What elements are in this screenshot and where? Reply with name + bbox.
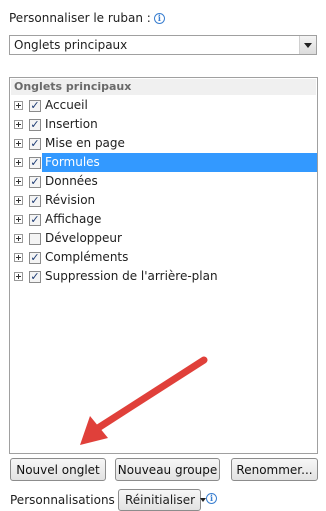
expand-icon[interactable] (14, 215, 23, 224)
customizations-label: Personnalisations : (10, 493, 123, 507)
reset-dropdown-button[interactable]: Réinitialiser (118, 489, 207, 511)
customize-ribbon-label-row: Personnaliser le ruban : i (9, 10, 165, 26)
ribbon-tabs-tree[interactable]: Onglets principaux ✓ Accueil ✓ Insertion ✓ Mi… (9, 77, 318, 454)
tree-item-insertion[interactable]: ✓ Insertion (10, 115, 317, 134)
tree-item-formules[interactable]: ✓ Formules (10, 153, 317, 172)
new-group-button[interactable]: Nouveau groupe (115, 458, 220, 481)
new-tab-button[interactable]: Nouvel onglet (10, 458, 106, 481)
new-tab-label: Nouvel onglet (16, 462, 100, 477)
checkbox-icon[interactable]: ✓ (29, 156, 41, 169)
checkbox-icon[interactable]: ✓ (29, 175, 41, 188)
expand-icon[interactable] (14, 139, 23, 148)
dropdown-button[interactable] (299, 36, 316, 54)
checkbox-icon[interactable]: ✓ (29, 99, 41, 112)
tree-item-mise-en-page[interactable]: ✓ Mise en page (10, 134, 317, 153)
expand-icon[interactable] (14, 158, 23, 167)
tree-item-label: Données (45, 174, 98, 188)
tree-item-suppression-de-l-arri-re-plan[interactable]: ✓ Suppression de l'arrière-plan (10, 267, 317, 286)
reset-label: Réinitialiser (125, 493, 196, 507)
new-group-label: Nouveau groupe (117, 462, 218, 477)
checkbox-icon[interactable]: ✓ (29, 118, 41, 131)
info-icon[interactable]: i (153, 12, 165, 24)
expand-icon[interactable] (14, 196, 23, 205)
tree-item-compl-ments[interactable]: ✓ Compléments (10, 248, 317, 267)
tree-item-label: Révision (45, 193, 96, 207)
ribbon-scope-dropdown[interactable]: Onglets principaux (9, 35, 317, 55)
tree-item-accueil[interactable]: ✓ Accueil (10, 96, 317, 115)
checkbox-icon[interactable]: ✓ (29, 194, 41, 207)
checkbox-icon[interactable]: ✓ (29, 251, 41, 264)
tree-item-label: Accueil (45, 98, 88, 112)
checkbox-icon[interactable]: ✓ (29, 270, 41, 283)
checkbox-icon[interactable]: ✓ (29, 213, 41, 226)
tree-items: ✓ Accueil ✓ Insertion ✓ Mise en page ✓ Formules… (10, 96, 317, 286)
checkbox-icon[interactable] (29, 232, 41, 245)
tree-item-label: Formules (42, 153, 317, 172)
ribbon-scope-value: Onglets principaux (14, 38, 128, 52)
tree-item-r-vision[interactable]: ✓ Révision (10, 191, 317, 210)
tree-item-d-veloppeur[interactable]: Développeur (10, 229, 317, 248)
expand-icon[interactable] (14, 101, 23, 110)
tree-item-affichage[interactable]: ✓ Affichage (10, 210, 317, 229)
rename-label: Renommer... (236, 462, 313, 477)
tree-item-label: Compléments (45, 250, 129, 264)
expand-icon[interactable] (14, 234, 23, 243)
expand-icon[interactable] (14, 120, 23, 129)
checkbox-icon[interactable]: ✓ (29, 137, 41, 150)
tree-item-label: Mise en page (45, 136, 125, 150)
tree-item-label: Affichage (45, 212, 102, 226)
tree-header: Onglets principaux (11, 79, 316, 95)
info-icon[interactable]: i (206, 493, 217, 504)
chevron-down-icon (304, 42, 312, 48)
tree-item-label: Suppression de l'arrière-plan (45, 269, 218, 283)
expand-icon[interactable] (14, 177, 23, 186)
expand-icon[interactable] (14, 272, 23, 281)
tree-item-donn-es[interactable]: ✓ Données (10, 172, 317, 191)
rename-button[interactable]: Renommer... (231, 458, 318, 481)
expand-icon[interactable] (14, 253, 23, 262)
tree-item-label: Développeur (45, 231, 122, 245)
tree-item-label: Insertion (45, 117, 98, 131)
customize-ribbon-label: Personnaliser le ruban : (9, 11, 151, 25)
